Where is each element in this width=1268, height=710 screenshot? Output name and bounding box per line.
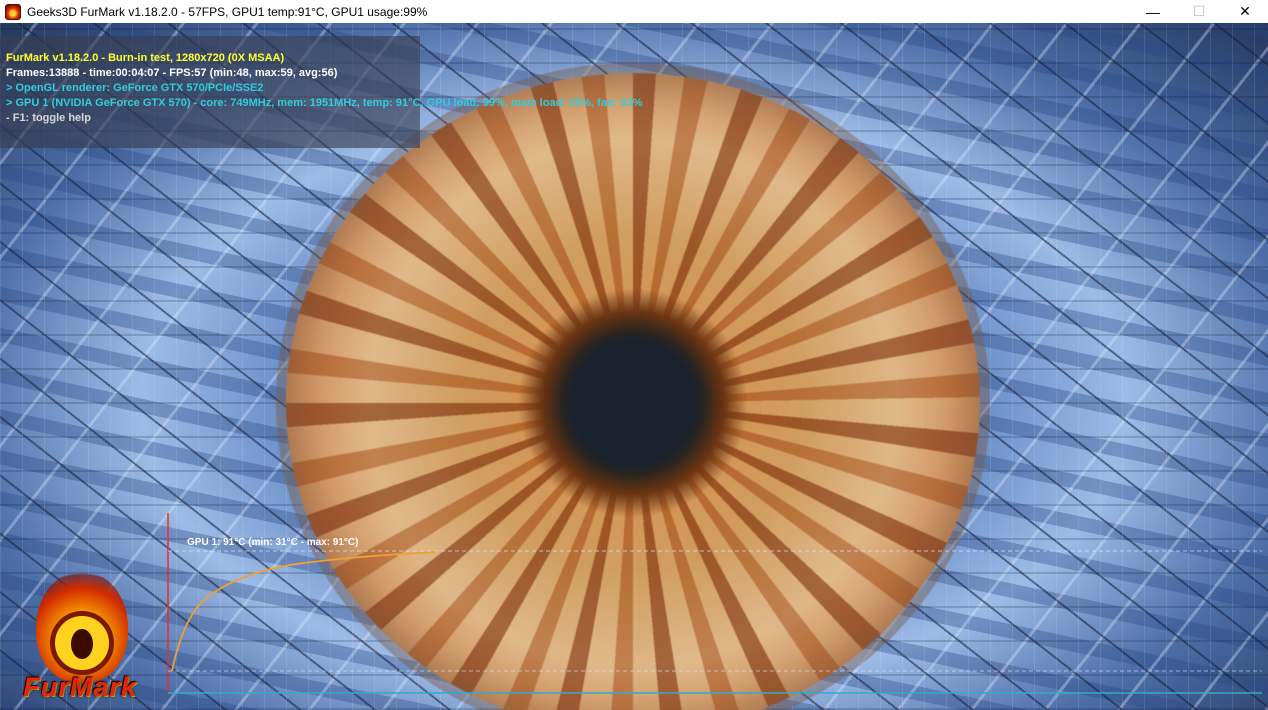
furmark-logo: FurMark — [6, 571, 154, 703]
furmark-window: Geeks3D FurMark v1.18.2.0 - 57FPS, GPU1 … — [0, 0, 1268, 710]
render-viewport: FurMark v1.18.2.0 - Burn-in test, 1280x7… — [0, 23, 1268, 710]
temperature-curve — [171, 551, 437, 672]
title-bar[interactable]: Geeks3D FurMark v1.18.2.0 - 57FPS, GPU1 … — [0, 0, 1268, 23]
logo-hole — [71, 629, 93, 659]
minimize-button[interactable]: — — [1130, 0, 1176, 23]
graph-temperature-label: GPU 1: 91°C (min: 31°C - max: 91°C) — [187, 537, 359, 548]
window-title: Geeks3D FurMark v1.18.2.0 - 57FPS, GPU1 … — [27, 4, 428, 19]
furmark-app-icon[interactable] — [5, 3, 21, 20]
maximize-button[interactable]: ☐ — [1176, 0, 1222, 23]
temperature-graph — [167, 513, 1262, 694]
close-button[interactable]: ✕ — [1222, 0, 1268, 23]
logo-text: FurMark — [23, 672, 137, 702]
window-controls: — ☐ ✕ — [1130, 0, 1268, 23]
